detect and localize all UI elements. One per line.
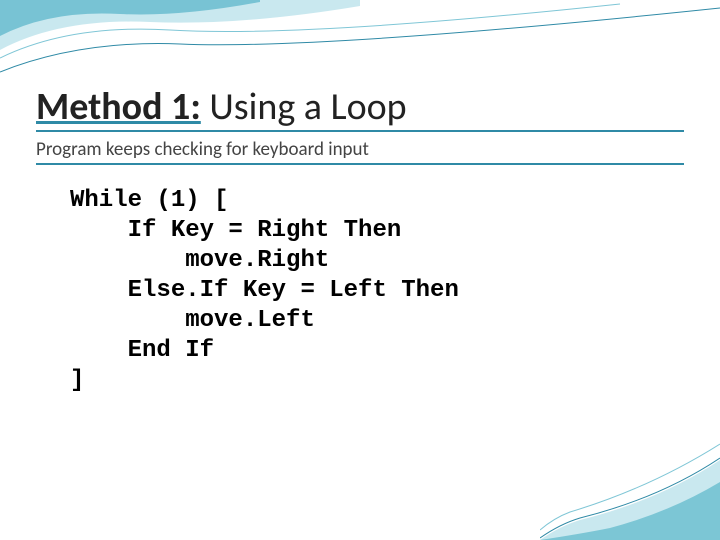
code-line: While (1) [ [70, 187, 228, 214]
slide-subtitle: Program keeps checking for keyboard inpu… [36, 138, 684, 165]
slide-title: Method 1: Using a Loop [36, 88, 684, 128]
slide: Method 1: Using a Loop Program keeps che… [0, 0, 720, 540]
code-line: move.Right [70, 247, 329, 274]
code-line: If Key = Right Then [70, 217, 401, 244]
corner-wave-bottom-right [540, 430, 720, 540]
title-rest: Using a Loop [201, 84, 407, 130]
code-block: While (1) [ If Key = Right Then move.Rig… [70, 186, 459, 396]
title-block: Method 1: Using a Loop Program keeps che… [36, 88, 684, 165]
code-line: Else.If Key = Left Then [70, 277, 459, 304]
code-line: move.Left [70, 307, 315, 334]
code-line: ] [70, 367, 84, 394]
title-underline [36, 130, 684, 132]
title-bold: Method 1: [36, 84, 201, 130]
code-line: End If [70, 337, 214, 364]
